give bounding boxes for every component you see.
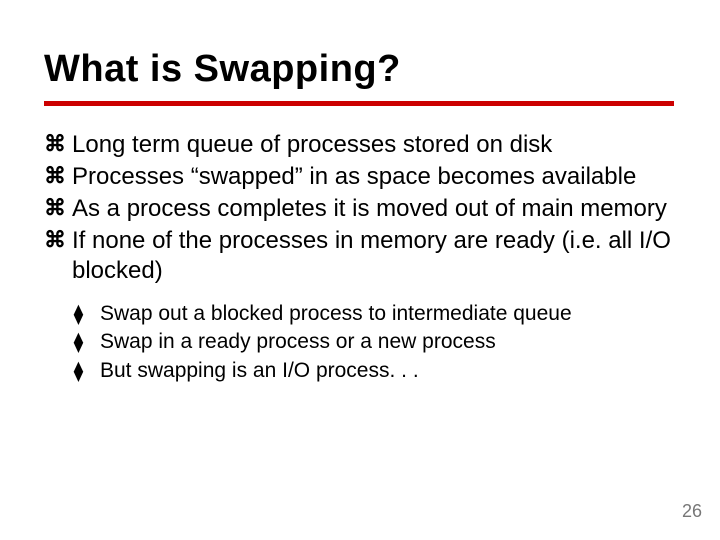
slide-title: What is Swapping?: [44, 48, 676, 91]
sub-bullet-icon: ⧫: [74, 330, 83, 354]
sub-bullet-text: Swap out a blocked process to intermedia…: [100, 302, 572, 325]
slide: What is Swapping? ⌘ Long term queue of p…: [0, 0, 720, 540]
sub-bullet-icon: ⧫: [74, 302, 83, 326]
list-item: ⧫ Swap in a ready process or a new proce…: [74, 328, 676, 356]
bullet-text: Long term queue of processes stored on d…: [72, 131, 552, 158]
list-item: ⧫ But swapping is an I/O process. . .: [74, 357, 676, 385]
list-item: ⌘ As a process completes it is moved out…: [44, 194, 676, 224]
sub-bullet-list: ⧫ Swap out a blocked process to intermed…: [44, 300, 676, 385]
bullet-icon: ⌘: [44, 227, 66, 253]
list-item: ⌘ Processes “swapped” in as space become…: [44, 162, 676, 192]
list-item: ⌘ Long term queue of processes stored on…: [44, 130, 676, 160]
sub-bullet-icon: ⧫: [74, 359, 83, 383]
sub-bullet-text: Swap in a ready process or a new process: [100, 330, 496, 353]
bullet-icon: ⌘: [44, 195, 66, 221]
bullet-text: Processes “swapped” in as space becomes …: [72, 163, 636, 190]
sub-bullet-text: But swapping is an I/O process. . .: [100, 359, 419, 382]
list-item: ⧫ Swap out a blocked process to intermed…: [74, 300, 676, 328]
bullet-icon: ⌘: [44, 131, 66, 157]
bullet-list: ⌘ Long term queue of processes stored on…: [44, 130, 676, 286]
divider: [44, 101, 674, 106]
bullet-icon: ⌘: [44, 163, 66, 189]
page-number: 26: [682, 501, 702, 522]
bullet-text: As a process completes it is moved out o…: [72, 195, 667, 222]
bullet-text: If none of the processes in memory are r…: [72, 227, 671, 284]
list-item: ⌘ If none of the processes in memory are…: [44, 226, 676, 286]
